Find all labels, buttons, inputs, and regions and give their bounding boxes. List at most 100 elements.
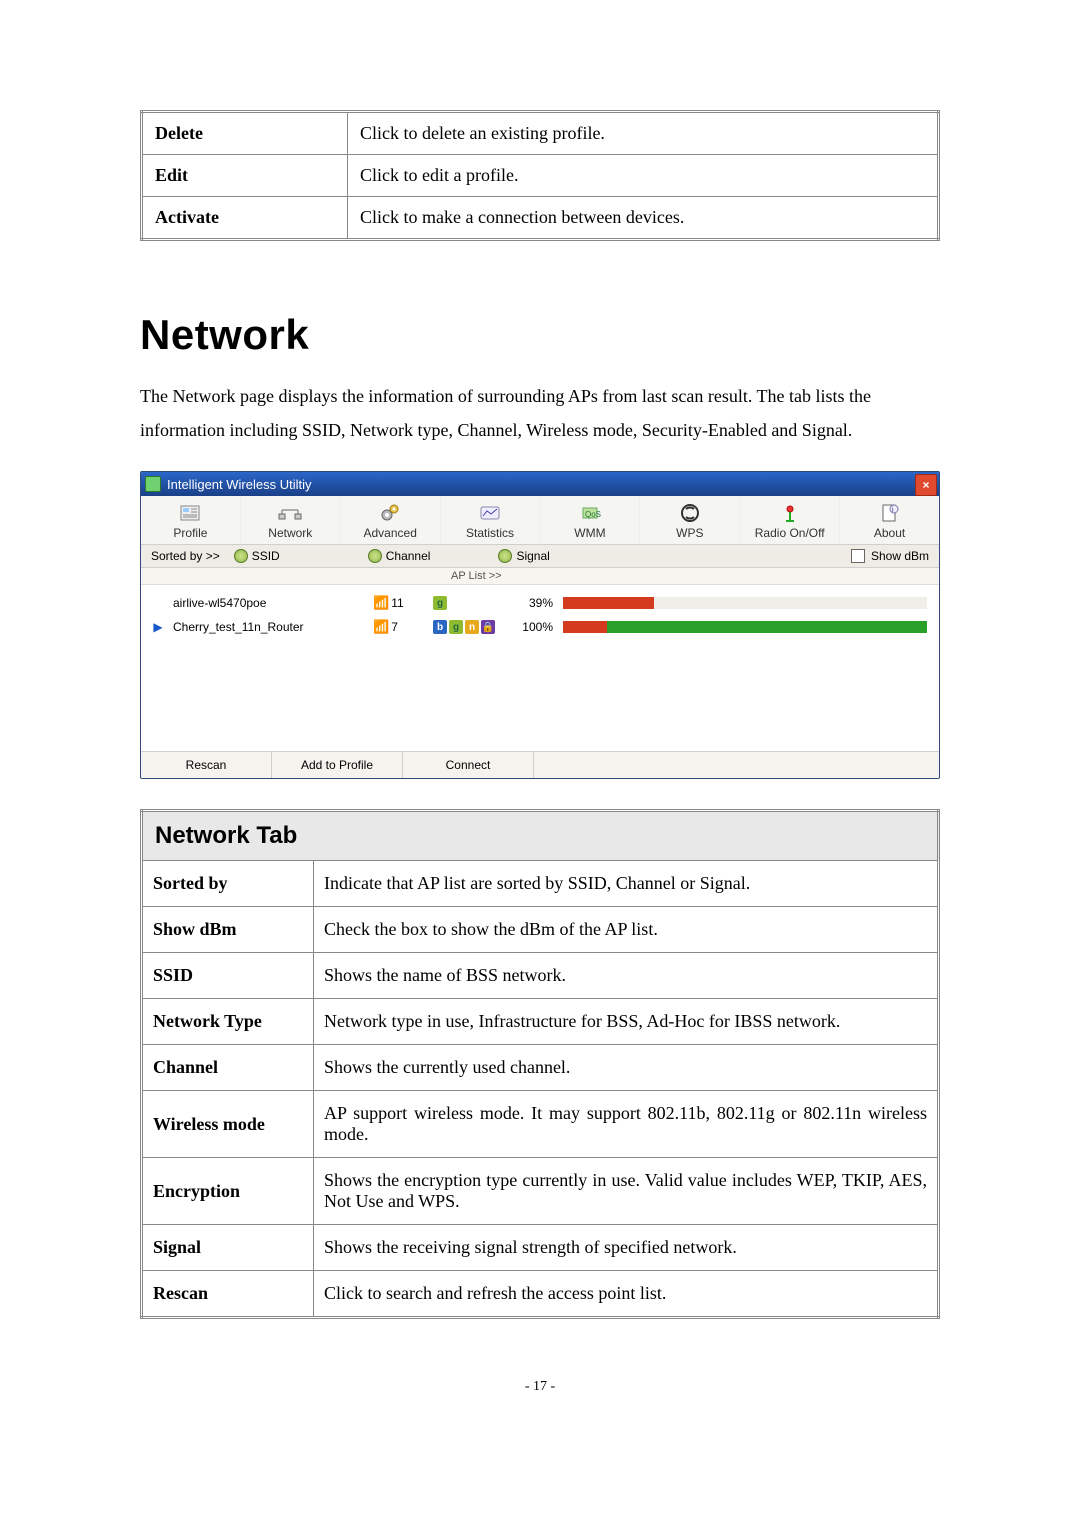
tab-statistics[interactable]: Statistics xyxy=(441,496,541,544)
signal-bar xyxy=(563,621,927,633)
ap-modes: b g n 🔒 xyxy=(433,620,503,634)
sort-option-ssid[interactable]: SSID xyxy=(234,549,280,563)
radio-icon xyxy=(234,549,248,563)
window-title: Intelligent Wireless Utiltiy xyxy=(167,477,312,492)
tab-label: Radio On/Off xyxy=(755,526,825,540)
table-row: RescanClick to search and refresh the ac… xyxy=(142,1271,939,1318)
table-row: Wireless modeAP support wireless mode. I… xyxy=(142,1091,939,1158)
row-desc: Shows the encryption type currently in u… xyxy=(314,1158,939,1225)
table-row: EncryptionShows the encryption type curr… xyxy=(142,1158,939,1225)
row-desc: Network type in use, Infrastructure for … xyxy=(314,999,939,1045)
mode-n-icon: n xyxy=(465,620,479,634)
row-label: Activate xyxy=(142,197,348,240)
row-desc: Shows the receiving signal strength of s… xyxy=(314,1225,939,1271)
tab-label: Statistics xyxy=(466,526,514,540)
add-to-profile-button[interactable]: Add to Profile xyxy=(272,752,403,778)
wmm-icon: QoS xyxy=(577,502,603,524)
tab-about[interactable]: i About xyxy=(840,496,939,544)
tab-label: Advanced xyxy=(364,526,417,540)
tab-advanced[interactable]: Advanced xyxy=(341,496,441,544)
tab-radio[interactable]: Radio On/Off xyxy=(740,496,840,544)
channel-number: 11 xyxy=(391,596,403,610)
profile-actions-table: Delete Click to delete an existing profi… xyxy=(140,110,940,241)
signal-bar-fill xyxy=(607,621,927,633)
row-desc: Shows the name of BSS network. xyxy=(314,953,939,999)
tab-wps[interactable]: WPS xyxy=(640,496,740,544)
show-dbm-toggle[interactable]: Show dBm xyxy=(851,549,929,563)
row-label: Edit xyxy=(142,155,348,197)
wps-icon xyxy=(677,502,703,524)
row-label: Signal xyxy=(142,1225,314,1271)
network-tab-table: Network Tab Sorted byIndicate that AP li… xyxy=(140,809,940,1319)
section-heading: Network xyxy=(140,311,940,359)
window-close-button[interactable]: × xyxy=(915,474,937,496)
radio-icon xyxy=(498,549,512,563)
bottom-button-bar: Rescan Add to Profile Connect xyxy=(141,751,939,778)
sort-option-label: Signal xyxy=(516,549,549,563)
toolbar: Profile Network Advanced Statistics xyxy=(141,496,939,545)
close-icon: × xyxy=(922,478,929,492)
mode-b-icon: b xyxy=(433,620,447,634)
radio-icon xyxy=(368,549,382,563)
connect-button[interactable]: Connect xyxy=(403,752,534,778)
ap-channel: 📶 11 xyxy=(373,595,423,611)
tab-label: WPS xyxy=(676,526,703,540)
button-label: Rescan xyxy=(186,758,227,772)
antenna-icon: 📶 xyxy=(373,619,389,635)
table-row: SSIDShows the name of BSS network. xyxy=(142,953,939,999)
ap-list-item[interactable]: airlive-wl5470poe 📶 11 g 39% xyxy=(153,591,927,615)
sortby-label: Sorted by >> xyxy=(151,549,220,563)
selection-arrow-icon: ▶ xyxy=(153,620,163,634)
tab-network[interactable]: Network xyxy=(241,496,341,544)
aplist-header: AP List >> xyxy=(141,568,939,585)
table-row: Network TypeNetwork type in use, Infrast… xyxy=(142,999,939,1045)
antenna-icon: 📶 xyxy=(373,595,389,611)
row-label: Channel xyxy=(142,1045,314,1091)
statistics-icon xyxy=(477,502,503,524)
table-row: Delete Click to delete an existing profi… xyxy=(142,112,939,155)
sort-option-label: SSID xyxy=(252,549,280,563)
ap-ssid: Cherry_test_11n_Router xyxy=(173,620,363,634)
row-desc: Indicate that AP list are sorted by SSID… xyxy=(314,861,939,907)
signal-bar-fill xyxy=(563,621,607,633)
checkbox-icon xyxy=(851,549,865,563)
rescan-button[interactable]: Rescan xyxy=(141,752,272,778)
tab-label: About xyxy=(874,526,905,540)
row-label: Sorted by xyxy=(142,861,314,907)
ap-signal-percent: 100% xyxy=(513,620,553,634)
svg-text:QoS: QoS xyxy=(585,510,601,519)
row-desc: AP support wireless mode. It may support… xyxy=(314,1091,939,1158)
sort-option-signal[interactable]: Signal xyxy=(498,549,549,563)
app-icon xyxy=(145,476,161,492)
row-label: Encryption xyxy=(142,1158,314,1225)
row-label: Rescan xyxy=(142,1271,314,1318)
table-row: ChannelShows the currently used channel. xyxy=(142,1045,939,1091)
page-number: - 17 - xyxy=(140,1379,940,1395)
row-label: Delete xyxy=(142,112,348,155)
tab-label: Profile xyxy=(173,526,207,540)
tab-profile[interactable]: Profile xyxy=(141,496,241,544)
row-label: Wireless mode xyxy=(142,1091,314,1158)
tab-wmm[interactable]: QoS WMM xyxy=(541,496,641,544)
table-row: Activate Click to make a connection betw… xyxy=(142,197,939,240)
row-desc: Shows the currently used channel. xyxy=(314,1045,939,1091)
tab-label: WMM xyxy=(574,526,605,540)
button-label: Add to Profile xyxy=(301,758,373,772)
about-icon: i xyxy=(877,502,903,524)
row-desc: Click to edit a profile. xyxy=(348,155,939,197)
sort-bar: Sorted by >> SSID Channel Signal Show dB… xyxy=(141,545,939,568)
network-icon xyxy=(277,502,303,524)
table-row: Sorted byIndicate that AP list are sorte… xyxy=(142,861,939,907)
ap-signal-percent: 39% xyxy=(513,596,553,610)
ap-ssid: airlive-wl5470poe xyxy=(173,596,363,610)
mode-g-icon: g xyxy=(449,620,463,634)
table-row: Show dBmCheck the box to show the dBm of… xyxy=(142,907,939,953)
tab-label: Network xyxy=(268,526,312,540)
row-desc: Check the box to show the dBm of the AP … xyxy=(314,907,939,953)
channel-number: 7 xyxy=(391,620,398,634)
ap-list: airlive-wl5470poe 📶 11 g 39% ▶ Cherry_te… xyxy=(141,585,939,751)
lock-icon: 🔒 xyxy=(481,620,495,634)
sort-option-channel[interactable]: Channel xyxy=(368,549,431,563)
ap-list-item[interactable]: ▶ Cherry_test_11n_Router 📶 7 b g n 🔒 100… xyxy=(153,615,927,639)
show-dbm-label: Show dBm xyxy=(871,549,929,563)
